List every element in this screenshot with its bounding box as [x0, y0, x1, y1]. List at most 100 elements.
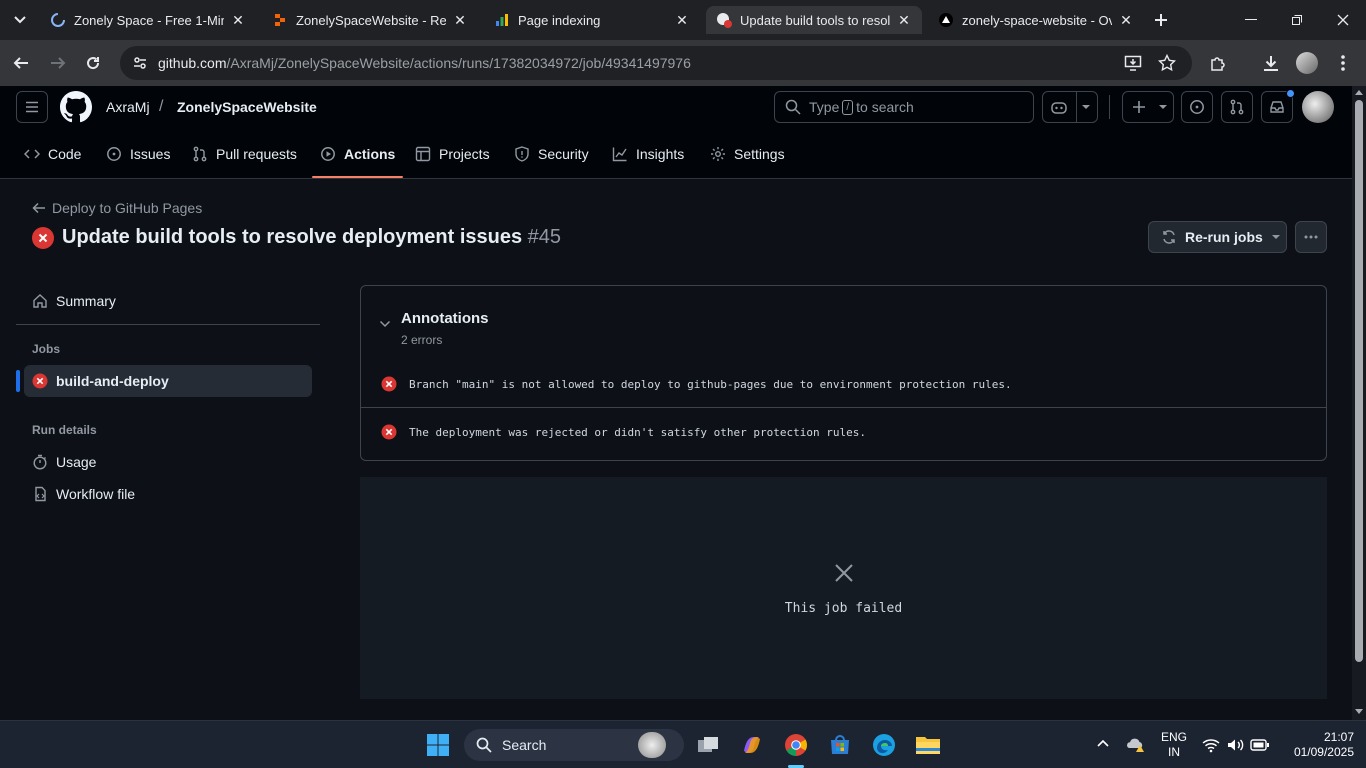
re-run-jobs-button[interactable]: Re-run jobs — [1148, 221, 1287, 253]
back-to-workflow-link[interactable]: Deploy to GitHub Pages — [32, 200, 202, 216]
task-view-icon[interactable] — [692, 729, 724, 761]
replit-favicon-icon — [272, 12, 288, 28]
bookmark-star-icon[interactable] — [1158, 54, 1176, 72]
scrollbar-thumb[interactable] — [1355, 100, 1363, 662]
language-indicator[interactable]: ENG IN — [1158, 730, 1190, 760]
windows-start-icon[interactable] — [422, 729, 454, 761]
pull-request-icon — [192, 146, 208, 162]
scroll-down-arrow-icon[interactable] — [1355, 709, 1363, 715]
close-window-icon[interactable] — [1320, 0, 1366, 40]
annotation-error-row[interactable]: Branch "main" is not allowed to deploy t… — [361, 360, 1326, 408]
chevron-down-icon[interactable] — [379, 320, 391, 328]
battery-icon[interactable] — [1250, 738, 1270, 752]
close-tab-icon[interactable]: ✕ — [674, 12, 690, 28]
close-tab-icon[interactable]: ✕ — [230, 12, 246, 28]
page-title: Update build tools to resolve deployment… — [62, 226, 561, 249]
browser-tab-replit[interactable]: ZonelySpaceWebsite - Replit ✕ — [262, 6, 478, 34]
search-input[interactable]: Type / to search — [774, 91, 1034, 123]
back-link-label: Deploy to GitHub Pages — [52, 200, 203, 216]
tab-actions[interactable]: Actions — [311, 142, 404, 178]
github-logo-icon[interactable] — [60, 91, 92, 123]
annotation-error-row[interactable]: The deployment was rejected or didn't sa… — [361, 408, 1326, 456]
back-arrow-icon[interactable] — [6, 48, 36, 78]
show-hidden-icons-chevron-icon[interactable] — [1097, 739, 1109, 747]
tab-issues[interactable]: Issues — [106, 142, 170, 178]
repo-name-link[interactable]: ZonelySpaceWebsite — [177, 99, 317, 115]
tab-code[interactable]: Code — [24, 142, 81, 178]
create-new-button[interactable] — [1122, 91, 1174, 123]
file-code-icon — [32, 486, 48, 502]
sidebar-item-summary[interactable]: Summary — [24, 285, 312, 317]
tab-search-chevron-icon[interactable] — [8, 10, 32, 30]
extensions-puzzle-icon[interactable] — [1203, 48, 1233, 78]
close-tab-icon[interactable]: ✕ — [452, 12, 468, 28]
annotations-title[interactable]: Annotations — [401, 310, 489, 327]
search-highlight-icon — [638, 732, 666, 758]
chevron-down-icon — [1271, 234, 1280, 240]
onedrive-warning-icon[interactable] — [1126, 737, 1146, 753]
home-icon — [32, 293, 48, 309]
run-number: #45 — [527, 226, 562, 248]
forward-arrow-icon[interactable] — [43, 48, 73, 78]
tab-security[interactable]: Security — [514, 142, 589, 178]
windows-taskbar: Search ENG IN 21:07 01/09/2025 — [0, 720, 1366, 768]
issues-icon[interactable] — [1181, 91, 1213, 123]
error-circle-icon — [381, 376, 397, 392]
file-explorer-icon[interactable] — [912, 729, 944, 761]
microsoft-store-icon[interactable] — [824, 729, 856, 761]
copilot-app-icon[interactable] — [736, 729, 768, 761]
restore-window-icon[interactable] — [1274, 0, 1320, 40]
minimize-window-icon[interactable] — [1228, 0, 1274, 40]
wifi-icon[interactable] — [1202, 737, 1220, 753]
sidebar-item-build-and-deploy[interactable]: build-and-deploy — [24, 365, 312, 397]
sidebar-item-label: Workflow file — [56, 486, 136, 502]
copilot-icon — [1050, 99, 1068, 115]
search-icon — [476, 737, 492, 753]
browser-tab-actions-run[interactable]: Update build tools to resolve ✕ — [706, 6, 922, 34]
tab-projects[interactable]: Projects — [415, 142, 490, 178]
install-app-icon[interactable] — [1124, 54, 1142, 72]
volume-icon[interactable] — [1226, 737, 1244, 753]
sidebar-item-label: Summary — [56, 293, 116, 309]
scroll-up-arrow-icon[interactable] — [1355, 89, 1363, 95]
browser-tab-zonely-space[interactable]: Zonely Space - Free 1-Minute ✕ — [40, 6, 256, 34]
tab-pull-requests[interactable]: Pull requests — [192, 142, 297, 178]
pull-requests-icon[interactable] — [1221, 91, 1253, 123]
sidebar-item-usage[interactable]: Usage — [24, 446, 312, 478]
chrome-app-icon[interactable] — [780, 729, 812, 761]
repo-owner-link[interactable]: AxraMj — [106, 99, 150, 115]
profile-avatar[interactable] — [1292, 48, 1322, 78]
more-options-button[interactable] — [1295, 221, 1327, 253]
path-separator: / — [159, 98, 164, 115]
language-code: ENG — [1160, 730, 1187, 744]
site-info-icon[interactable] — [132, 55, 148, 71]
tab-insights[interactable]: Insights — [612, 142, 684, 178]
sidebar-item-workflow-file[interactable]: Workflow file — [24, 478, 312, 510]
taskbar-search-box[interactable]: Search — [464, 729, 684, 761]
language-region: IN — [1168, 745, 1180, 759]
copilot-button[interactable] — [1042, 91, 1098, 123]
notification-dot — [1286, 89, 1295, 98]
page-scrollbar[interactable] — [1352, 86, 1366, 720]
tab-label: Code — [48, 146, 82, 162]
close-tab-icon[interactable]: ✕ — [1118, 12, 1134, 28]
new-tab-plus-icon[interactable] — [1148, 8, 1174, 32]
browser-tab-vercel[interactable]: zonely-space-website - Over ✕ — [928, 6, 1144, 34]
reload-icon[interactable] — [78, 48, 108, 78]
github-failed-favicon-icon — [716, 12, 732, 28]
browser-tab-page-indexing[interactable]: Page indexing ✕ — [484, 6, 700, 34]
play-icon — [320, 146, 336, 162]
clock[interactable]: 21:07 01/09/2025 — [1278, 730, 1354, 760]
tab-title: zonely-space-website - Over — [962, 12, 1112, 28]
downloads-icon[interactable] — [1256, 48, 1286, 78]
arrow-left-icon — [32, 201, 46, 215]
browser-menu-icon[interactable] — [1328, 48, 1358, 78]
close-tab-icon[interactable]: ✕ — [896, 12, 912, 28]
re-run-label: Re-run jobs — [1185, 229, 1263, 245]
user-avatar[interactable] — [1302, 91, 1334, 123]
address-bar[interactable]: github.com/AxraMj/ZonelySpaceWebsite/act… — [120, 46, 1192, 80]
stopwatch-icon — [32, 454, 48, 470]
edge-app-icon[interactable] — [868, 729, 900, 761]
hamburger-menu-icon[interactable] — [16, 91, 48, 123]
tab-settings[interactable]: Settings — [710, 142, 785, 178]
